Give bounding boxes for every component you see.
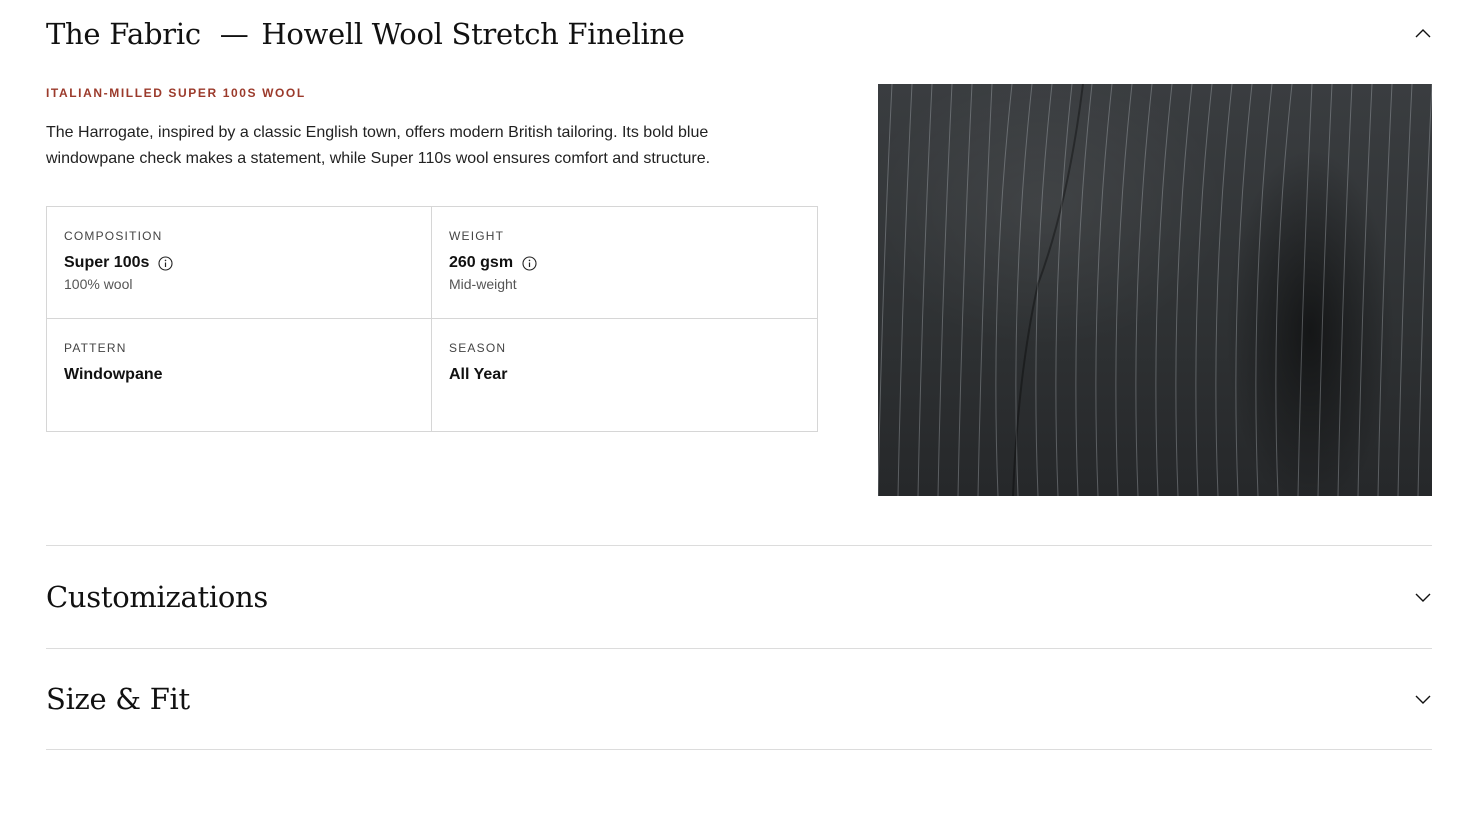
fabric-accordion-header[interactable]: The Fabric — Howell Wool Stretch Finelin…	[46, 14, 1432, 54]
spec-value-row: Windowpane	[64, 365, 414, 385]
spec-value: All Year	[449, 366, 508, 383]
spec-label: WEIGHT	[449, 229, 505, 243]
spec-label: SEASON	[449, 341, 507, 355]
info-icon[interactable]	[522, 255, 537, 271]
spec-value-row: Super 100s	[64, 253, 414, 273]
size-fit-title: Size & Fit	[46, 682, 190, 716]
section-divider	[46, 749, 1432, 750]
spec-value: Super 100s	[64, 254, 150, 271]
spec-weight: WEIGHT 260 gsm Mid-weight	[432, 207, 817, 319]
product-details-page: The Fabric — Howell Wool Stretch Finelin…	[0, 0, 1484, 818]
section-divider	[46, 648, 1432, 649]
fabric-image	[878, 84, 1432, 496]
fabric-name: Howell Wool Stretch Fineline	[261, 17, 685, 51]
chevron-down-icon[interactable]	[1414, 588, 1432, 606]
chevron-down-icon[interactable]	[1414, 690, 1432, 708]
spec-composition: COMPOSITION Super 100s 100% wool	[47, 207, 432, 319]
info-icon[interactable]	[158, 255, 173, 271]
spec-value-row: All Year	[449, 365, 800, 385]
fabric-title: The Fabric	[46, 17, 201, 51]
spec-value: Windowpane	[64, 366, 163, 383]
fabric-heading: The Fabric — Howell Wool Stretch Finelin…	[46, 14, 685, 54]
spec-label: COMPOSITION	[64, 229, 163, 243]
customizations-accordion[interactable]: Customizations	[46, 575, 1432, 619]
spec-season: SEASON All Year	[432, 319, 817, 431]
spec-sub: 100% wool	[64, 276, 133, 292]
spec-pattern: PATTERN Windowpane	[47, 319, 432, 431]
fabric-description: The Harrogate, inspired by a classic Eng…	[46, 124, 711, 167]
spec-label: PATTERN	[64, 341, 127, 355]
customizations-title: Customizations	[46, 580, 268, 614]
spec-sub: Mid-weight	[449, 276, 517, 292]
fabric-spec-grid: COMPOSITION Super 100s 100% wool WEIGHT …	[46, 206, 818, 432]
size-fit-accordion[interactable]: Size & Fit	[46, 677, 1432, 721]
spec-value: 260 gsm	[449, 254, 514, 271]
section-divider	[46, 545, 1432, 546]
title-dash: —	[219, 17, 249, 51]
spec-value-row: 260 gsm	[449, 253, 800, 273]
chevron-up-icon[interactable]	[1414, 25, 1432, 43]
fabric-eyebrow: ITALIAN-MILLED SUPER 100S WOOL	[46, 86, 306, 100]
